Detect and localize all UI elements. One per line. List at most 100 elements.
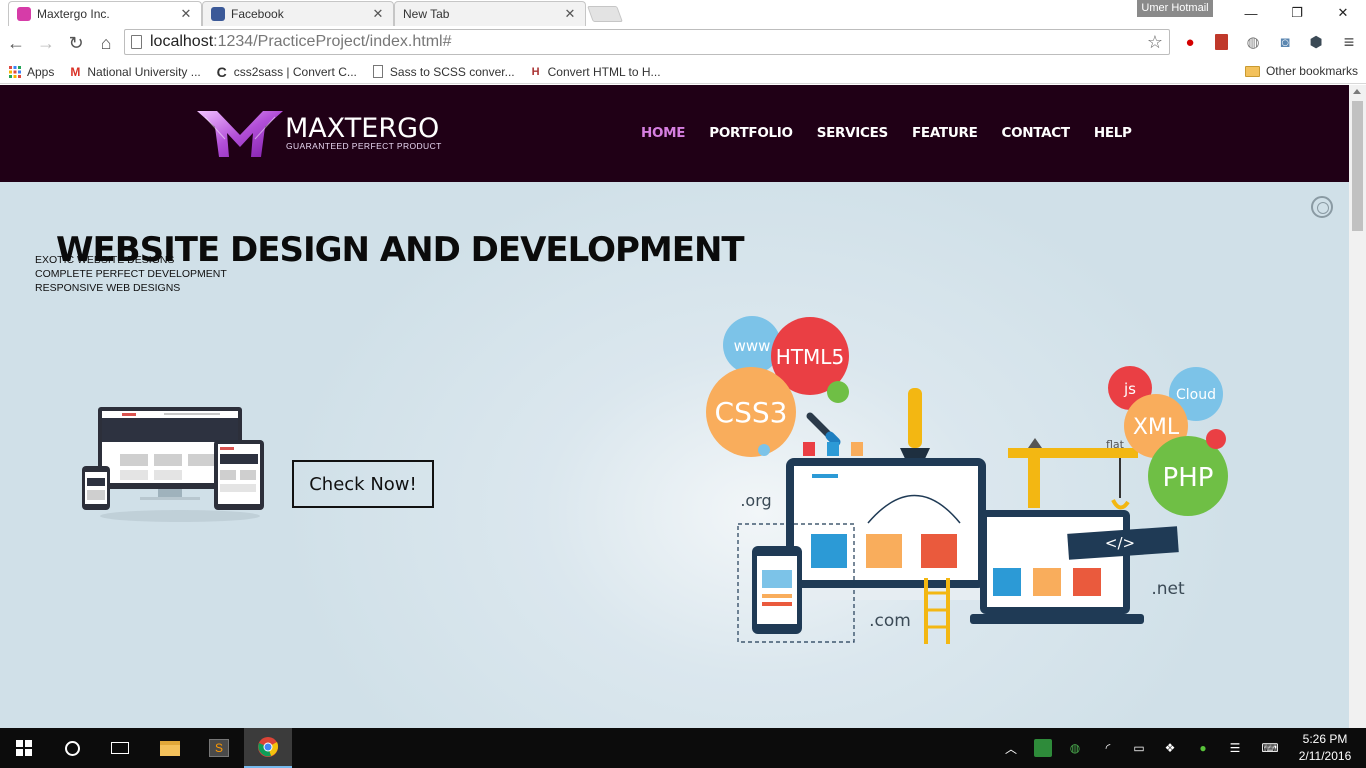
other-bookmarks-label: Other bookmarks: [1265, 64, 1358, 78]
opera-extension-icon[interactable]: ●: [1179, 31, 1201, 53]
keyboard-icon[interactable]: ⌨: [1258, 739, 1282, 757]
facebook-favicon-icon: [211, 7, 225, 21]
book-extension-icon[interactable]: [1210, 31, 1232, 53]
close-window-icon[interactable]: ✕: [1320, 0, 1366, 26]
nav-portfolio[interactable]: PORTFOLIO: [709, 125, 793, 141]
brand-name[interactable]: MAXTERGO: [285, 113, 439, 144]
bookmark-label: National University ...: [87, 64, 201, 79]
bookmark-star-icon[interactable]: ☆: [1147, 32, 1163, 53]
tab-title: Maxtergo Inc.: [37, 7, 110, 21]
maxtergo-m-logo-icon: [197, 111, 283, 157]
hero-title: WEBSITE DESIGN AND DEVELOPMENT: [56, 230, 745, 270]
bookmark-label: Apps: [27, 64, 55, 79]
chrome-icon[interactable]: [244, 728, 292, 768]
nav-services[interactable]: SERVICES: [817, 125, 889, 141]
bookmark-convert-html[interactable]: H Convert HTML to H...: [529, 65, 661, 79]
shield-extension-icon[interactable]: ⬢: [1305, 31, 1327, 53]
system-clock[interactable]: 5:26 PM 2/11/2016: [1294, 731, 1356, 765]
home-icon[interactable]: ⌂: [92, 29, 120, 57]
bookmark-apps[interactable]: Apps: [8, 65, 54, 79]
maxtergo-favicon-icon: [17, 7, 31, 21]
tab-new-tab[interactable]: New Tab ✕: [394, 1, 586, 26]
tab-maxtergo[interactable]: Maxtergo Inc. ✕: [8, 1, 202, 26]
nav-help[interactable]: HELP: [1094, 125, 1132, 141]
minimize-icon[interactable]: —: [1228, 0, 1274, 26]
reload-icon[interactable]: ↻: [62, 29, 90, 57]
windows-taskbar: S ︿ ◍ ◜ ▭ ❖ ● ☰ ⌨ 5:26 PM 2/11/2016: [0, 728, 1366, 768]
page-viewport: MAXTERGO GUARANTEED PERFECT PRODUCT HOME…: [0, 85, 1349, 728]
tray-globe-icon[interactable]: ◍: [1066, 739, 1084, 757]
check-now-button[interactable]: Check Now!: [292, 460, 434, 508]
code-tag-label: </>: [1105, 534, 1135, 552]
sublime-text-icon[interactable]: S: [195, 728, 243, 768]
restore-icon[interactable]: ❐: [1274, 0, 1320, 26]
bookmark-label: Sass to SCSS conver...: [389, 64, 515, 79]
file-explorer-icon[interactable]: [146, 728, 194, 768]
forward-icon[interactable]: →: [32, 29, 60, 57]
back-icon[interactable]: ←: [2, 29, 30, 57]
www-label: www: [734, 337, 771, 355]
php-label: PHP: [1163, 463, 1214, 493]
close-tab-icon[interactable]: ✕: [563, 6, 577, 22]
battery-icon[interactable]: ▭: [1130, 739, 1148, 757]
responsive-devices-image: [82, 407, 264, 522]
hero-section: EXOTIC WEBSITE DESIGNS COMPLETE PERFECT …: [0, 182, 1349, 728]
web-development-illustration: www HTML5 CSS3 js Cloud XML flat PHP </>…: [706, 316, 1228, 644]
wifi-icon[interactable]: ◜: [1099, 739, 1117, 757]
clock-time: 5:26 PM: [1302, 732, 1348, 746]
tray-app-green-icon[interactable]: [1034, 739, 1052, 757]
bookmark-label: css2sass | Convert C...: [233, 64, 357, 79]
gmail-icon: M: [70, 64, 81, 79]
main-nav: HOME PORTFOLIO SERVICES FEATURE CONTACT …: [629, 125, 1144, 141]
search-cortana-icon[interactable]: [48, 728, 96, 768]
hero-feature-line: RESPONSIVE WEB DESIGNS: [35, 282, 181, 294]
nav-home[interactable]: HOME: [641, 125, 686, 141]
bookmark-label: Convert HTML to H...: [547, 64, 661, 79]
tab-strip: Maxtergo Inc. ✕ Facebook ✕ New Tab ✕ Ume…: [0, 0, 1366, 26]
task-view-icon[interactable]: [96, 728, 144, 768]
utorrent-icon[interactable]: ●: [1194, 739, 1212, 757]
bookmark-css2sass[interactable]: C css2sass | Convert C...: [215, 63, 357, 80]
globe-icon[interactable]: ◍: [1242, 31, 1264, 53]
close-tab-icon[interactable]: ✕: [179, 6, 193, 22]
bookmark-national-university[interactable]: M National University ...: [68, 65, 200, 79]
scrollbar-thumb[interactable]: [1352, 101, 1363, 231]
browser-toolbar: ← → ↻ ⌂ localhost:1234/PracticeProject/i…: [0, 26, 1366, 60]
camera-icon[interactable]: ◙: [1274, 31, 1296, 53]
close-tab-icon[interactable]: ✕: [371, 6, 385, 22]
css3-label: CSS3: [715, 396, 788, 429]
org-label: .org: [740, 491, 771, 510]
xml-label: XML: [1133, 415, 1180, 440]
dropbox-icon[interactable]: ❖: [1161, 739, 1179, 757]
scroll-up-icon[interactable]: [1353, 89, 1361, 94]
c-logo-icon: C: [216, 63, 227, 80]
nav-contact[interactable]: CONTACT: [1002, 125, 1071, 141]
action-center-icon[interactable]: ☰: [1226, 739, 1244, 757]
brand-tagline: GUARANTEED PERFECT PRODUCT: [286, 141, 442, 151]
page-icon: [371, 65, 385, 79]
tab-facebook[interactable]: Facebook ✕: [202, 1, 394, 26]
site-header: MAXTERGO GUARANTEED PERFECT PRODUCT HOME…: [0, 85, 1349, 182]
profile-badge[interactable]: Umer Hotmail: [1137, 0, 1213, 17]
menu-icon[interactable]: ≡: [1338, 31, 1360, 53]
tab-title: Facebook: [231, 7, 284, 21]
clock-date: 2/11/2016: [1298, 749, 1352, 763]
slider-indicator-icon[interactable]: [1311, 196, 1333, 218]
page-scrollbar[interactable]: [1349, 85, 1366, 728]
net-label: .net: [1151, 579, 1185, 599]
bookmark-sass-to-scss[interactable]: Sass to SCSS conver...: [371, 65, 515, 79]
bookmarks-bar: Apps M National University ... C css2sas…: [0, 60, 1366, 84]
start-windows-icon[interactable]: [0, 728, 48, 768]
cloud-label: Cloud: [1176, 387, 1216, 403]
nav-feature[interactable]: FEATURE: [912, 125, 978, 141]
apps-grid-icon: [8, 65, 22, 79]
address-bar[interactable]: localhost:1234/PracticeProject/index.htm…: [124, 29, 1170, 55]
flat-label: flat: [1106, 438, 1125, 451]
haml-icon: H: [531, 65, 540, 78]
new-tab-button[interactable]: [587, 6, 623, 22]
other-bookmarks[interactable]: Other bookmarks: [1244, 64, 1358, 78]
show-hidden-icons-icon[interactable]: ︿: [1002, 739, 1020, 757]
com-label: .com: [869, 611, 911, 631]
html5-label: HTML5: [776, 345, 844, 369]
url-text[interactable]: localhost:1234/PracticeProject/index.htm…: [150, 33, 452, 51]
